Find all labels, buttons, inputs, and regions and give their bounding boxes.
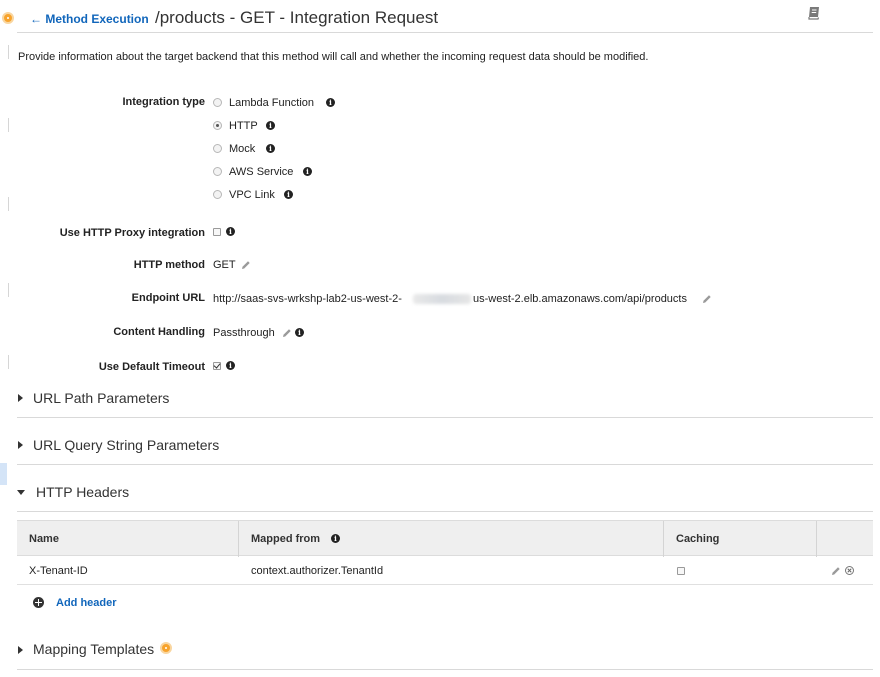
mapped-from-cell: context.authorizer.TenantId	[251, 565, 384, 577]
endpoint-url-suffix: us-west-2.elb.amazonaws.com/api/products	[473, 293, 687, 305]
option-label: Mock	[229, 143, 256, 155]
redacted-account-id	[413, 294, 471, 304]
content-handling-value: Passthrough	[213, 327, 275, 339]
method-execution-back-link[interactable]: ← Method Execution	[30, 12, 149, 26]
http-proxy-label: Use HTTP Proxy integration	[59, 227, 205, 239]
add-header-link[interactable]: Add header	[56, 597, 117, 609]
mock-radio[interactable]	[213, 144, 222, 153]
vpc-link-radio[interactable]	[213, 190, 222, 199]
info-icon[interactable]: i	[266, 144, 275, 153]
headers-table-header: Name Mapped from i Caching	[17, 520, 873, 557]
edit-pencil-icon[interactable]	[702, 294, 712, 304]
column-separator	[663, 521, 664, 557]
content-handling-label: Content Handling	[113, 326, 205, 338]
info-icon[interactable]: i	[326, 98, 335, 107]
edit-pencil-icon[interactable]	[831, 566, 841, 576]
section-divider	[17, 464, 873, 465]
warning-indicator-icon	[160, 642, 172, 654]
caching-checkbox[interactable]	[677, 567, 685, 575]
section-title: URL Query String Parameters	[33, 437, 220, 453]
http-method-label: HTTP method	[133, 259, 205, 271]
option-label: HTTP	[229, 120, 258, 132]
documentation-book-icon[interactable]	[806, 5, 822, 21]
edit-pencil-icon[interactable]	[282, 328, 292, 338]
aws-service-radio[interactable]	[213, 167, 222, 176]
arrow-left-icon: ←	[30, 12, 42, 26]
header-name-cell: X-Tenant-ID	[29, 565, 88, 577]
default-timeout-label: Use Default Timeout	[98, 361, 205, 373]
http-method-value: GET	[213, 259, 236, 271]
gutter-marker	[8, 355, 9, 369]
column-separator	[816, 521, 817, 557]
section-title: URL Path Parameters	[33, 390, 170, 406]
info-icon[interactable]: i	[295, 328, 304, 337]
gutter-marker	[8, 197, 9, 211]
section-divider	[17, 511, 873, 512]
page-title: /products - GET - Integration Request	[155, 8, 439, 27]
http-proxy-checkbox[interactable]	[213, 228, 221, 236]
http-radio[interactable]	[213, 121, 222, 130]
column-header-name[interactable]: Name	[29, 533, 59, 545]
info-icon[interactable]: i	[303, 167, 312, 176]
lambda-radio[interactable]	[213, 98, 222, 107]
header-divider	[17, 32, 873, 33]
expand-triangle-icon	[18, 646, 23, 654]
back-link-label: Method Execution	[45, 12, 149, 26]
info-icon[interactable]: i	[284, 190, 293, 199]
section-divider	[17, 669, 873, 670]
info-icon[interactable]: i	[331, 534, 340, 543]
info-icon[interactable]: i	[266, 121, 275, 130]
info-icon[interactable]: i	[226, 361, 235, 370]
gutter-marker	[8, 118, 9, 132]
column-separator	[238, 521, 239, 557]
gutter-selection	[0, 463, 7, 485]
warning-indicator-icon	[2, 12, 14, 24]
option-label: Lambda Function	[229, 97, 314, 109]
collapse-triangle-icon	[17, 490, 25, 495]
edit-pencil-icon[interactable]	[241, 260, 251, 270]
expand-triangle-icon	[18, 441, 23, 449]
expand-triangle-icon	[18, 394, 23, 402]
section-divider	[17, 417, 873, 418]
row-divider	[17, 584, 873, 585]
section-title: HTTP Headers	[36, 484, 130, 500]
column-header-mapped-from[interactable]: Mapped from	[251, 533, 320, 545]
default-timeout-checkbox[interactable]	[213, 362, 221, 370]
remove-row-icon[interactable]	[845, 566, 854, 575]
page-description: Provide information about the target bac…	[18, 51, 649, 63]
option-label: AWS Service	[229, 166, 294, 178]
add-circle-icon[interactable]	[33, 597, 44, 608]
info-icon[interactable]: i	[226, 227, 235, 236]
option-label: VPC Link	[229, 189, 275, 201]
endpoint-url-prefix: http://saas-svs-wrkshp-lab2-us-west-2-	[213, 293, 402, 305]
endpoint-url-label: Endpoint URL	[131, 292, 205, 304]
gutter-marker	[8, 283, 9, 297]
column-header-caching[interactable]: Caching	[676, 533, 719, 545]
integration-type-label: Integration type	[122, 96, 205, 108]
gutter-marker	[8, 45, 9, 59]
section-title: Mapping Templates	[33, 641, 155, 657]
